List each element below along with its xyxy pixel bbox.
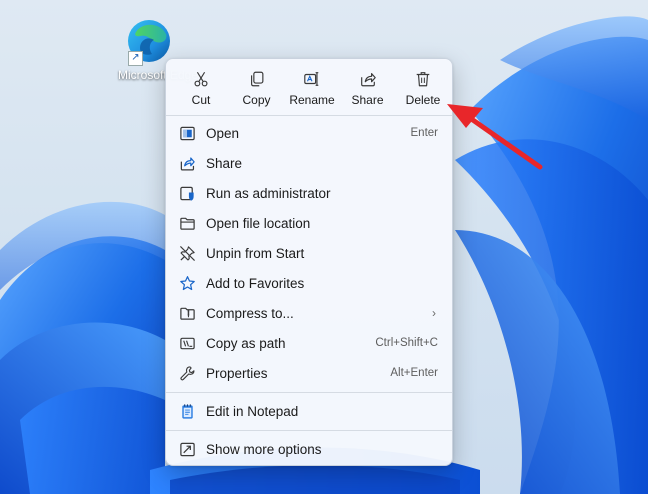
copy-label: Copy — [242, 93, 271, 107]
delete-button[interactable]: Delete — [397, 62, 449, 114]
edge-icon: ↗ — [126, 18, 172, 66]
menu-item-shortcut: Alt+Enter — [390, 367, 438, 379]
menu-item-open-file-location[interactable]: Open file location — [170, 209, 448, 237]
share-icon — [360, 73, 376, 87]
share-icon — [178, 154, 196, 172]
menu-item-label: Compress to... — [206, 305, 294, 321]
menu-divider — [166, 115, 452, 116]
menu-divider — [166, 392, 452, 393]
menu-item-label: Copy as path — [206, 335, 286, 351]
menu-item-open[interactable]: Open Enter — [170, 119, 448, 147]
rename-button[interactable]: Rename — [286, 62, 338, 114]
menu-item-label: Add to Favorites — [206, 275, 305, 291]
admin-shield-icon — [178, 184, 196, 202]
menu-item-label: Open — [206, 125, 240, 141]
copy-path-icon — [178, 334, 196, 352]
rename-icon — [304, 72, 319, 86]
scissors-icon — [194, 71, 208, 87]
menu-divider — [166, 430, 452, 431]
open-icon — [178, 124, 196, 142]
unpin-icon — [178, 244, 196, 262]
zip-folder-icon — [178, 304, 196, 322]
menu-item-label: Show more options — [206, 441, 322, 457]
chevron-right-icon: › — [432, 306, 436, 320]
context-menu: Cut Copy Rename Share Delete Open Enter … — [165, 58, 453, 466]
rename-label: Rename — [289, 93, 335, 107]
menu-item-shortcut: Ctrl+Shift+C — [375, 337, 438, 349]
menu-item-run-as-admin[interactable]: Run as administrator — [170, 179, 448, 207]
trash-icon — [416, 72, 430, 87]
share-button[interactable]: Share — [342, 62, 394, 114]
folder-icon — [178, 214, 196, 232]
more-options-icon — [178, 440, 196, 458]
menu-item-label: Run as administrator — [206, 185, 331, 201]
share-label: Share — [351, 93, 384, 107]
wrench-icon — [178, 364, 196, 382]
notepad-icon — [178, 402, 196, 420]
context-menu-action-bar: Cut Copy Rename Share Delete — [166, 59, 452, 115]
menu-item-copy-as-path[interactable]: Copy as path Ctrl+Shift+C — [170, 329, 448, 357]
menu-item-label: Properties — [206, 365, 268, 381]
menu-item-share[interactable]: Share — [170, 149, 448, 177]
menu-item-shortcut: Enter — [410, 127, 439, 139]
menu-item-properties[interactable]: Properties Alt+Enter — [170, 359, 448, 387]
menu-item-label: Share — [206, 155, 243, 171]
menu-item-compress-to[interactable]: Compress to... › — [170, 299, 448, 327]
menu-item-label: Edit in Notepad — [206, 403, 299, 419]
shortcut-arrow-icon: ↗ — [128, 51, 143, 66]
menu-item-show-more-options[interactable]: Show more options — [170, 435, 448, 463]
menu-item-edit-in-notepad[interactable]: Edit in Notepad — [170, 397, 448, 425]
menu-item-unpin-from-start[interactable]: Unpin from Start — [170, 239, 448, 267]
copy-icon — [250, 71, 263, 87]
menu-item-label: Unpin from Start — [206, 245, 305, 261]
cut-button[interactable]: Cut — [175, 62, 227, 114]
copy-button[interactable]: Copy — [231, 62, 283, 114]
star-icon — [178, 274, 196, 292]
menu-item-label: Open file location — [206, 215, 311, 231]
cut-label: Cut — [191, 93, 211, 107]
menu-item-add-to-favorites[interactable]: Add to Favorites — [170, 269, 448, 297]
desktop: ↗ Microsoft Edge Cut Copy Rename Share D… — [0, 0, 648, 494]
delete-label: Delete — [405, 93, 441, 107]
